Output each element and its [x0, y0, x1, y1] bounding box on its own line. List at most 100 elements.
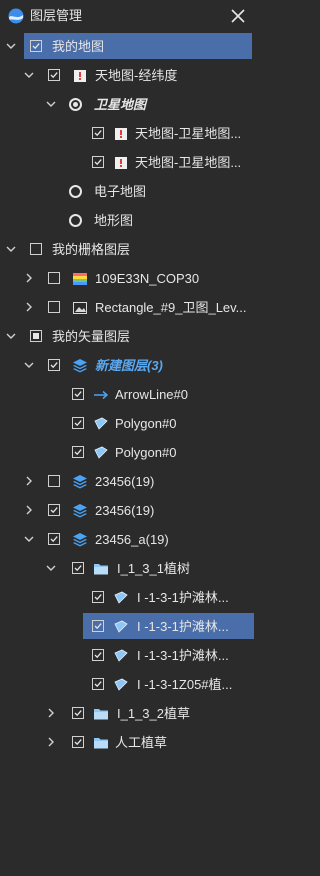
tree-row-group-23456-2[interactable]: 23456(19) — [0, 496, 256, 525]
checkbox[interactable] — [48, 301, 60, 313]
tree-row-folder-planting-grass[interactable]: I_1_3_2植草 — [0, 699, 256, 728]
chevron-right-icon[interactable] — [23, 301, 35, 313]
panel-title: 图层管理 — [30, 8, 83, 23]
tree-row-tianditu-latlon[interactable]: 天地图-经纬度 — [0, 61, 256, 90]
checkbox[interactable] — [72, 417, 84, 429]
tree-row-terrain-map[interactable]: 地形图 — [0, 206, 256, 235]
tree-row-satellite-layer-2[interactable]: 天地图-卫星地图... — [0, 148, 256, 177]
radio-unselected[interactable] — [69, 214, 82, 227]
polygon-icon — [94, 446, 108, 459]
checkbox[interactable] — [92, 620, 104, 632]
checkbox[interactable] — [48, 272, 60, 284]
tree-row-my-vector[interactable]: 我的矢量图层 — [0, 322, 256, 351]
tree-row-polygon-2[interactable]: Polygon#0 — [0, 438, 256, 467]
polygon-icon — [114, 591, 128, 604]
tree-row-my-map[interactable]: 我的地图 — [0, 32, 256, 61]
checkbox[interactable] — [48, 504, 60, 516]
folder-icon — [94, 709, 108, 720]
checkbox[interactable] — [92, 591, 104, 603]
tree-row-feature-4[interactable]: I -1-3-1Z05#植... — [0, 670, 256, 699]
chevron-down-icon[interactable] — [5, 40, 17, 52]
layers-icon — [73, 475, 87, 489]
checkbox[interactable] — [72, 388, 84, 400]
node-label: I_1_3_2植草 — [117, 706, 190, 721]
tree-row-new-layer[interactable]: 新建图层(3) — [0, 351, 256, 380]
node-label: 109E33N_COP30 — [95, 271, 200, 286]
node-label: 地形图 — [94, 213, 134, 228]
node-label: 电子地图 — [94, 184, 147, 199]
tree-row-arrowline[interactable]: ArrowLine#0 — [0, 380, 256, 409]
checkbox[interactable] — [48, 475, 60, 487]
checkbox-partial[interactable] — [30, 330, 42, 342]
checkbox[interactable] — [92, 649, 104, 661]
tree-row-feature-1[interactable]: I -1-3-1护滩林... — [0, 583, 256, 612]
chevron-down-icon[interactable] — [45, 562, 57, 574]
polygon-icon — [114, 678, 128, 691]
app-logo-icon — [8, 8, 24, 24]
polygon-icon — [94, 417, 108, 430]
checkbox[interactable] — [72, 446, 84, 458]
checkbox[interactable] — [92, 678, 104, 690]
map-service-icon — [115, 128, 127, 140]
checkbox[interactable] — [72, 562, 84, 574]
polygon-icon — [114, 620, 128, 633]
checkbox[interactable] — [48, 533, 60, 545]
chevron-down-icon[interactable] — [5, 330, 17, 342]
tree-row-feature-3[interactable]: I -1-3-1护滩林... — [0, 641, 256, 670]
tree-row-folder-planting-trees[interactable]: I_1_3_1植树 — [0, 554, 256, 583]
node-label: 人工植草 — [115, 735, 168, 750]
chevron-down-icon[interactable] — [45, 98, 57, 110]
tree-row-folder-artificial-grass[interactable]: 人工植草 — [0, 728, 256, 757]
checkbox[interactable] — [72, 707, 84, 719]
map-service-icon — [115, 157, 127, 169]
checkbox[interactable] — [30, 40, 42, 52]
chevron-right-icon[interactable] — [23, 272, 35, 284]
tree-row-raster-cop30[interactable]: 109E33N_COP30 — [0, 264, 256, 293]
checkbox[interactable] — [48, 359, 60, 371]
chevron-right-icon[interactable] — [23, 504, 35, 516]
image-icon — [73, 302, 87, 314]
node-label: 我的矢量图层 — [52, 329, 131, 344]
radio-selected[interactable] — [69, 98, 82, 111]
tree-row-group-23456-1[interactable]: 23456(19) — [0, 467, 256, 496]
layers-icon — [73, 359, 87, 373]
checkbox[interactable] — [92, 156, 104, 168]
chevron-right-icon[interactable] — [23, 475, 35, 487]
node-label: I -1-3-1护滩林... — [137, 590, 229, 605]
chevron-down-icon[interactable] — [5, 243, 17, 255]
tree-row-electronic-map[interactable]: 电子地图 — [0, 177, 256, 206]
node-label: 天地图-经纬度 — [95, 68, 178, 83]
tree-row-polygon-1[interactable]: Polygon#0 — [0, 409, 256, 438]
map-service-icon — [74, 70, 86, 82]
checkbox[interactable] — [92, 127, 104, 139]
checkbox[interactable] — [72, 736, 84, 748]
node-label: I -1-3-1Z05#植... — [137, 677, 233, 692]
node-label: I_1_3_1植树 — [117, 561, 190, 576]
checkbox[interactable] — [30, 243, 42, 255]
node-label: 23456(19) — [95, 474, 155, 489]
close-icon[interactable] — [228, 6, 248, 26]
chevron-right-icon[interactable] — [45, 707, 57, 719]
node-label: I -1-3-1护滩林... — [137, 648, 229, 663]
chevron-down-icon[interactable] — [23, 533, 35, 545]
chevron-down-icon[interactable] — [23, 69, 35, 81]
tree-row-satellite-map[interactable]: 卫星地图 — [0, 90, 256, 119]
tree-row-satellite-layer-1[interactable]: 天地图-卫星地图... — [0, 119, 256, 148]
folder-icon — [94, 738, 108, 749]
raster-color-icon — [73, 273, 87, 285]
tree-row-group-23456-a[interactable]: 23456_a(19) — [0, 525, 256, 554]
node-label: Rectangle_#9_卫图_Lev... — [95, 300, 247, 315]
checkbox[interactable] — [48, 69, 60, 81]
node-label: 我的栅格图层 — [52, 242, 131, 257]
tree-row-raster-rectangle[interactable]: Rectangle_#9_卫图_Lev... — [0, 293, 256, 322]
radio-unselected[interactable] — [69, 185, 82, 198]
chevron-right-icon[interactable] — [45, 736, 57, 748]
chevron-down-icon[interactable] — [23, 359, 35, 371]
layer-tree: 我的地图 天地图-经纬度 卫星地图 天地图-卫星地图... 天地图-卫星地图..… — [0, 32, 256, 757]
node-label: Polygon#0 — [115, 416, 177, 431]
polygon-icon — [114, 649, 128, 662]
node-label: Polygon#0 — [115, 445, 177, 460]
tree-row-feature-2[interactable]: I -1-3-1护滩林... — [0, 612, 256, 641]
tree-row-my-raster[interactable]: 我的栅格图层 — [0, 235, 256, 264]
layers-icon — [73, 533, 87, 547]
